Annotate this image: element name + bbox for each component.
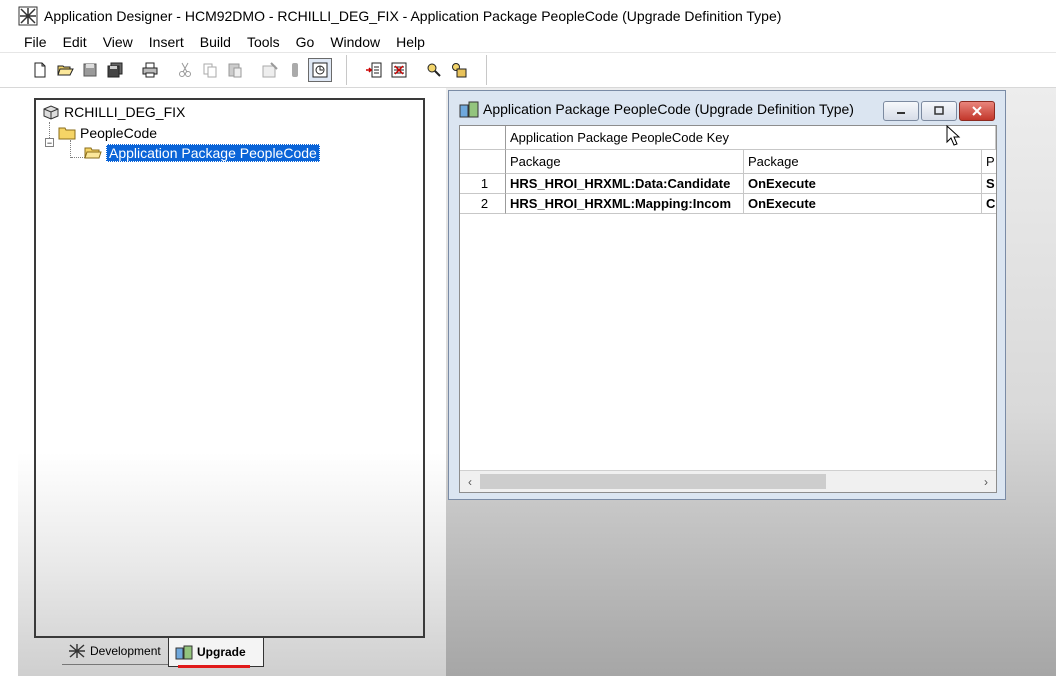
menu-help[interactable]: Help [388,34,433,50]
remove-from-project-icon [391,62,407,78]
toolbar-group-project [362,55,487,85]
grid-corner [460,150,506,174]
new-icon [34,62,46,78]
row-number[interactable]: 1 [460,174,506,194]
menu-bar: File Edit View Insert Build Tools Go Win… [0,32,1056,52]
horizontal-scrollbar[interactable]: ‹ › [460,470,996,492]
project-view-button[interactable] [308,58,332,82]
copy-button[interactable] [198,58,222,82]
tree-folder-node[interactable]: PeopleCode [58,123,157,143]
mouse-cursor-icon [946,125,961,146]
window-title: Application Designer - HCM92DMO - RCHILL… [44,8,782,24]
find-definition-icon [427,63,441,77]
tree-selected-label: Application Package PeopleCode [106,144,320,162]
remove-from-project-button[interactable] [387,58,411,82]
paste-button[interactable] [223,58,247,82]
menu-view[interactable]: View [95,34,141,50]
upgrade-icon [175,645,193,660]
tree-project-node[interactable]: RCHILLI_DEG_FIX [42,102,185,122]
tab-underline-annotation [178,665,250,668]
open-button[interactable] [53,58,77,82]
scroll-left-icon[interactable]: ‹ [462,473,478,491]
tree-collapse-toggle[interactable]: − [45,138,54,148]
menu-edit[interactable]: Edit [55,34,95,50]
development-icon [69,644,85,658]
tab-upgrade-label: Upgrade [197,645,246,659]
restore-icon [934,106,944,115]
save-all-button[interactable] [103,58,127,82]
tree-folder-label: PeopleCode [80,125,158,141]
menu-insert[interactable]: Insert [141,34,192,50]
table-cell[interactable]: HRS_HROI_HRXML:Data:Candidate [506,174,744,194]
grid-group-header: Application Package PeopleCode Key [506,126,996,150]
print-icon [142,62,158,78]
scroll-thumb[interactable] [480,474,826,489]
paste-icon [228,63,242,78]
folder-icon [58,127,76,140]
find-definition-button[interactable] [422,58,446,82]
copy-icon [203,63,217,78]
cut-icon [179,62,191,77]
menu-build[interactable]: Build [192,34,239,50]
find-in-icon [452,63,467,78]
properties-button[interactable] [258,58,282,82]
table-cell[interactable]: HRS_HROI_HRXML:Mapping:Incom [506,194,744,214]
find-button[interactable] [283,58,307,82]
column-header-package-2[interactable]: Package [744,150,982,174]
toolbar [0,52,1056,88]
workspace-tabs: Development Upgrade [48,638,446,668]
tab-development[interactable]: Development [62,638,172,665]
restore-button[interactable] [921,101,957,121]
scroll-right-icon[interactable]: › [978,473,994,491]
tab-development-label: Development [90,644,161,658]
table-cell[interactable]: OnExecute [744,194,982,214]
project-tree[interactable]: RCHILLI_DEG_FIX − PeopleCode Application… [34,98,425,638]
minimize-icon [897,112,905,114]
definitions-grid[interactable]: Application Package PeopleCode Key Packa… [459,125,997,493]
upgrade-definition-icon [459,101,479,118]
find-icon [292,63,298,77]
application-designer-icon [18,6,38,26]
insert-into-project-button[interactable] [362,58,386,82]
column-header-p[interactable]: P [982,150,996,174]
column-header-package[interactable]: Package [506,150,744,174]
title-bar: Application Designer - HCM92DMO - RCHILL… [0,0,1056,32]
insert-into-project-icon [366,62,382,78]
menu-go[interactable]: Go [288,34,323,50]
close-icon [972,106,982,116]
minimize-button[interactable] [883,101,919,121]
row-number[interactable]: 2 [460,194,506,214]
save-button[interactable] [78,58,102,82]
grid-corner [460,126,506,150]
cut-button[interactable] [173,58,197,82]
find-in-button[interactable] [447,58,471,82]
properties-icon [262,62,278,78]
toolbar-group-file [28,55,347,85]
print-button[interactable] [138,58,162,82]
child-window-title: Application Package PeopleCode (Upgrade … [483,101,854,117]
tab-upgrade[interactable]: Upgrade [168,638,264,667]
child-window: Application Package PeopleCode (Upgrade … [448,90,1006,500]
open-icon [57,65,74,76]
table-cell[interactable]: OnExecute [744,174,982,194]
project-workspace: RCHILLI_DEG_FIX − PeopleCode Application… [18,88,446,676]
save-all-icon [107,62,123,78]
menu-tools[interactable]: Tools [239,34,288,50]
project-view-icon [312,62,328,78]
tree-line [49,122,50,138]
tree-selected-node[interactable]: Application Package PeopleCode [84,143,320,163]
menu-file[interactable]: File [0,34,55,50]
save-icon [83,63,97,77]
close-button[interactable] [959,101,995,121]
table-cell[interactable]: S [982,174,996,194]
open-folder-icon [84,147,102,159]
tree-project-label: RCHILLI_DEG_FIX [64,104,186,120]
project-icon [43,105,59,120]
new-button[interactable] [28,58,52,82]
menu-window[interactable]: Window [322,34,388,50]
table-cell[interactable]: C [982,194,996,214]
